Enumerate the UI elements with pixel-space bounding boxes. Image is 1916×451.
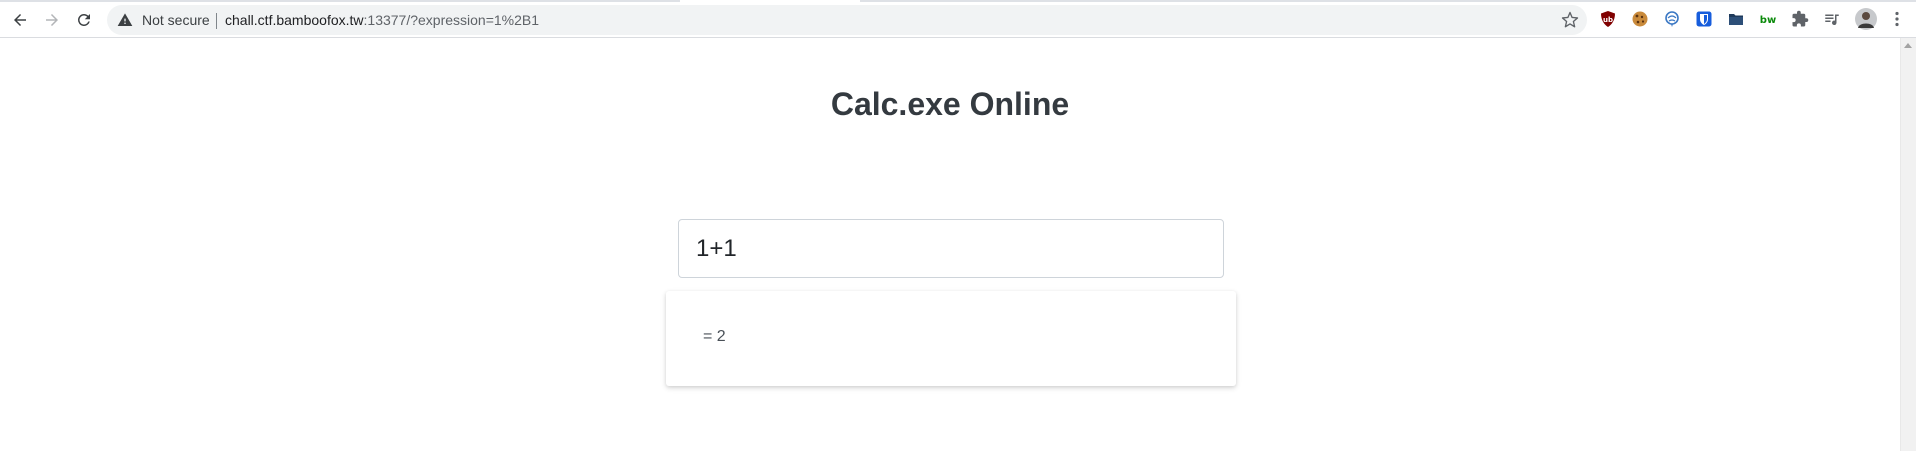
tab-strip-edge	[0, 0, 1916, 2]
forward-arrow-icon	[46, 14, 58, 26]
ublock-icon: ub	[1601, 11, 1615, 27]
scrollbar[interactable]	[1900, 38, 1916, 451]
url-text[interactable]: chall.ctf.bamboofox.tw:13377/?expression…	[225, 5, 539, 35]
star-icon[interactable]	[1561, 11, 1579, 29]
brain-extension[interactable]	[1663, 10, 1681, 28]
omnibox-divider	[216, 13, 217, 29]
bw-extension[interactable]: bw	[1759, 10, 1777, 28]
profile-avatar	[1855, 8, 1877, 30]
security-label: Not secure	[142, 12, 210, 28]
back-arrow-icon	[14, 14, 26, 26]
browser-menu-button[interactable]	[1888, 10, 1906, 28]
cookie-extension[interactable]	[1631, 10, 1649, 28]
media-queue-button[interactable]	[1823, 10, 1841, 28]
result-text: = 2	[703, 328, 726, 345]
puzzle-icon	[1792, 10, 1809, 27]
bw-icon: bw	[1760, 15, 1776, 26]
cookie-icon	[1632, 11, 1648, 27]
folder-icon	[1729, 14, 1743, 25]
reload-button[interactable]	[70, 6, 98, 34]
address-bar[interactable]: Not secure chall.ctf.bamboofox.tw:13377/…	[107, 5, 1587, 35]
extensions-button[interactable]	[1791, 10, 1809, 28]
back-button[interactable]	[6, 6, 34, 34]
browser-toolbar: Not secure chall.ctf.bamboofox.tw:13377/…	[0, 0, 1916, 38]
profile-button[interactable]	[1855, 8, 1877, 30]
svg-text:bw: bw	[1760, 15, 1776, 26]
page-title: Calc.exe Online	[830, 86, 1070, 122]
bitwarden-extension[interactable]	[1695, 10, 1713, 28]
forward-button[interactable]	[38, 6, 66, 34]
security-indicator[interactable]: Not secure	[117, 5, 210, 35]
reload-icon	[77, 13, 90, 26]
media-queue-icon	[1825, 14, 1839, 26]
url-path: :13377/?expression=1%2B1	[363, 12, 540, 28]
warning-triangle-icon	[117, 13, 133, 26]
expression-input[interactable]	[678, 219, 1224, 278]
folder-extension[interactable]	[1727, 10, 1745, 28]
result-card: = 2	[666, 291, 1236, 386]
bitwarden-icon	[1696, 11, 1712, 27]
page-content: Calc.exe Online = 2	[0, 38, 1900, 451]
svg-text:ub: ub	[1603, 16, 1613, 24]
brain-icon	[1665, 11, 1679, 27]
url-host: chall.ctf.bamboofox.tw	[225, 12, 364, 28]
scroll-up-arrow-icon[interactable]	[1904, 43, 1912, 48]
kebab-menu-icon	[1895, 11, 1899, 27]
ublock-extension[interactable]: ub	[1599, 10, 1617, 28]
